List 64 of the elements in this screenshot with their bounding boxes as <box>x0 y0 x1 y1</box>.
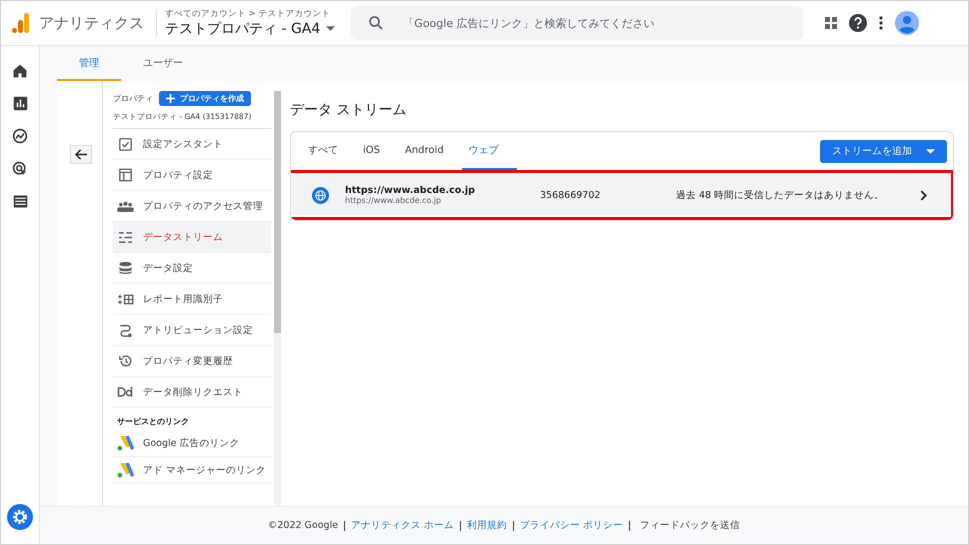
settings-icon[interactable] <box>7 504 33 530</box>
list-icon[interactable] <box>12 194 28 209</box>
home-icon[interactable] <box>12 63 28 79</box>
sidebar-item[interactable]: プロパティ設定 <box>113 160 271 191</box>
plus-icon <box>166 94 175 103</box>
clipboard-check-icon <box>117 137 134 151</box>
more-vert-icon[interactable] <box>879 16 884 30</box>
help-icon[interactable] <box>849 14 868 32</box>
sidebar-item[interactable]: アド マネージャーのリンク <box>113 457 271 484</box>
app-name: アナリティクス <box>39 14 144 32</box>
sidebar-item[interactable]: アトリビューション設定 <box>113 315 271 346</box>
arrow-left-icon <box>74 149 88 160</box>
copyright: ©2022 Google <box>268 520 338 531</box>
create-property-button[interactable]: プロパティを作成 <box>159 91 251 106</box>
trend-circle-icon[interactable] <box>12 128 28 144</box>
search-field[interactable]: 「Google 広告にリンク」と検索してみてください <box>351 6 804 40</box>
filter-tab[interactable]: すべて <box>301 132 356 170</box>
ads-logo-icon <box>117 436 134 450</box>
tab[interactable]: ユーザー <box>121 46 205 81</box>
chevron-right-icon <box>920 190 927 200</box>
layout-icon <box>117 168 134 182</box>
apps-grid-icon[interactable] <box>825 17 838 29</box>
section-label: プロパティ <box>113 93 153 104</box>
people-icon <box>117 200 134 212</box>
sidebar-item[interactable]: 設定アシスタント <box>113 129 271 160</box>
sidebar-item[interactable]: データ設定 <box>113 253 271 284</box>
target-cursor-icon[interactable] <box>12 161 28 177</box>
page-title: データ ストリーム <box>290 101 408 119</box>
stream-lines-icon <box>117 230 134 244</box>
history-icon <box>117 354 134 368</box>
dd-letters-icon <box>117 387 134 397</box>
footer-link[interactable]: 利用規約 <box>467 519 508 532</box>
section-heading: サービスとのリンク <box>116 416 190 428</box>
property-selector[interactable]: テストプロパティ - GA4 <box>165 20 336 38</box>
stream-row[interactable]: https://www.abcde.co.jp https://www.abcde.co.jp 3568669702 過去 48 時間に受信したデータはありません。 <box>291 175 949 215</box>
add-stream-button[interactable]: ストリームを追加 <box>820 140 947 162</box>
sidebar-item[interactable]: データストリーム <box>113 222 271 253</box>
stream-id: 3568669702 <box>540 190 602 200</box>
breadcrumb[interactable]: すべてのアカウント > テストアカウント <box>165 8 336 20</box>
feedback-link[interactable]: フィードバックを送信 <box>640 519 740 532</box>
stream-url: https://www.abcde.co.jp <box>345 196 442 205</box>
sidebar-item[interactable]: レポート用識別子 <box>113 284 271 315</box>
footer-link[interactable]: プライバシー ポリシー <box>520 519 624 532</box>
id-grid-icon <box>117 294 134 304</box>
sidebar-item[interactable]: Google 広告のリンク <box>113 430 271 457</box>
bar-chart-icon[interactable] <box>12 96 28 111</box>
footer-link[interactable]: アナリティクス ホーム <box>351 519 454 532</box>
filter-tab[interactable]: ウェブ <box>462 132 517 170</box>
database-icon <box>117 261 134 275</box>
filter-tab[interactable]: Android <box>398 132 462 170</box>
avatar-icon[interactable] <box>895 11 920 35</box>
globe-icon <box>312 186 329 204</box>
sidebar-item[interactable]: プロパティ変更履歴 <box>113 346 271 377</box>
search-icon <box>367 14 386 32</box>
caret-icon <box>926 148 935 154</box>
sidebar-item[interactable]: データ削除リクエスト <box>113 377 271 408</box>
scrollbar[interactable] <box>274 91 281 506</box>
ads-logo-icon <box>117 462 134 478</box>
filter-tab[interactable]: iOS <box>356 132 398 170</box>
stream-name: https://www.abcde.co.jp <box>345 185 476 196</box>
caret-icon <box>326 26 336 31</box>
stream-status: 過去 48 時間に受信したデータはありません。 <box>676 188 886 202</box>
back-button[interactable] <box>70 145 92 164</box>
analytics-logo-icon <box>11 12 31 34</box>
